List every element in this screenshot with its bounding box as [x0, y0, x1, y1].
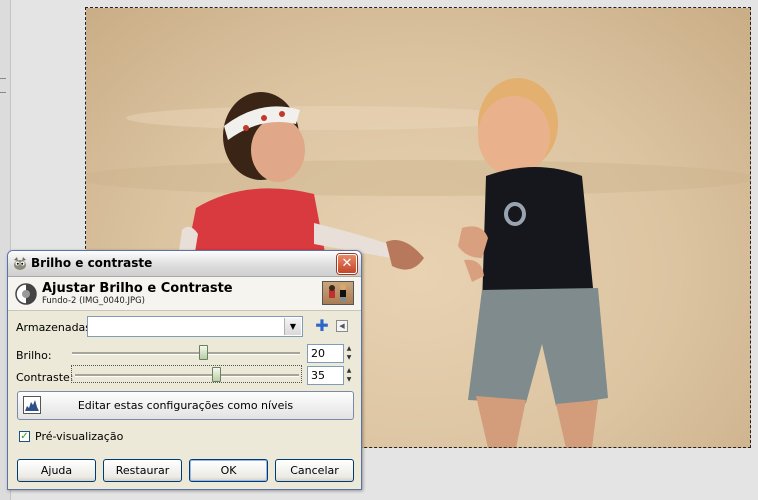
- dialog-title: Brilho e contraste: [31, 256, 153, 270]
- contrast-spin-buttons[interactable]: ▲ ▼: [344, 366, 354, 385]
- help-button[interactable]: Ajuda: [17, 459, 96, 482]
- edit-as-levels-button[interactable]: Editar estas configurações como níveis: [17, 391, 354, 420]
- header-title: Ajustar Brilho e Contraste: [42, 281, 233, 296]
- contrast-spinbox[interactable]: 35: [307, 366, 344, 385]
- close-button[interactable]: ✕: [337, 254, 357, 274]
- brightness-contrast-dialog: Brilho e contraste ✕ Ajustar Brilho e Co…: [7, 250, 362, 490]
- contrast-label: Contraste:: [16, 371, 74, 384]
- brightness-label: Brilho:: [16, 349, 52, 362]
- ruler-tick: [0, 78, 6, 79]
- brightness-value: 20: [311, 347, 325, 360]
- contrast-slider-handle[interactable]: [212, 367, 222, 382]
- brightness-slider-handle[interactable]: [198, 345, 208, 360]
- image-thumbnail: [322, 281, 354, 305]
- menu-arrow-icon[interactable]: ◀: [336, 320, 348, 332]
- reset-button[interactable]: Restaurar: [103, 459, 182, 482]
- gimp-icon: [14, 257, 26, 270]
- dialog-header: Ajustar Brilho e Contraste Fundo-2 (IMG_…: [8, 277, 361, 311]
- brightness-spinbox[interactable]: 20: [307, 344, 344, 363]
- contrast-slider[interactable]: [75, 374, 299, 377]
- spin-down-icon[interactable]: ▼: [344, 353, 354, 362]
- spin-up-icon[interactable]: ▲: [344, 344, 354, 353]
- brightness-spin-buttons[interactable]: ▲ ▼: [344, 344, 354, 363]
- dialog-titlebar[interactable]: Brilho e contraste ✕: [8, 251, 361, 277]
- chevron-down-icon[interactable]: ▼: [284, 318, 301, 335]
- brightness-contrast-icon: [15, 283, 37, 305]
- contrast-value: 35: [311, 369, 325, 382]
- ruler-tick: [0, 92, 6, 93]
- spin-up-icon[interactable]: ▲: [344, 366, 354, 375]
- plus-icon[interactable]: ✚: [315, 317, 329, 335]
- preview-label[interactable]: Pré-visualização: [35, 430, 123, 443]
- brightness-slider[interactable]: [72, 352, 300, 355]
- preview-checkbox[interactable]: ✓: [19, 431, 30, 442]
- cancel-button[interactable]: Cancelar: [275, 459, 354, 482]
- edit-as-levels-label: Editar estas configurações como níveis: [77, 399, 294, 412]
- close-icon: ✕: [341, 256, 353, 271]
- ok-button[interactable]: OK: [189, 459, 268, 482]
- presets-label: Armazenadas:: [16, 321, 95, 334]
- spin-down-icon[interactable]: ▼: [344, 375, 354, 384]
- header-subtitle: Fundo-2 (IMG_0040.JPG): [42, 296, 145, 306]
- presets-combo[interactable]: ▼: [87, 316, 303, 337]
